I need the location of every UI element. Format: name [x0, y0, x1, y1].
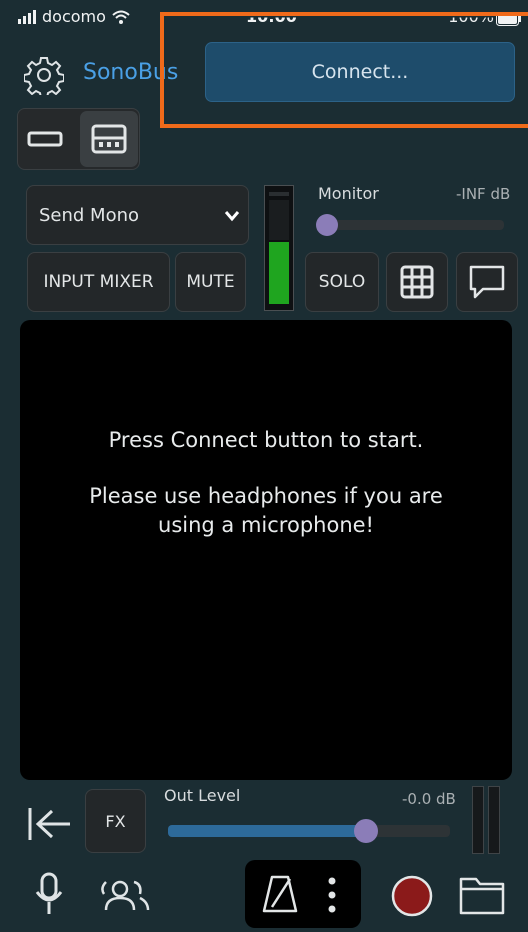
message-line-3: using a microphone!	[158, 513, 374, 537]
monitor-db: -INF dB	[456, 185, 511, 203]
chevron-down-icon	[224, 211, 240, 222]
gear-icon[interactable]	[24, 55, 64, 95]
more-vertical-icon[interactable]	[325, 874, 339, 916]
message-line-2: Please use headphones if you are	[89, 484, 443, 508]
meter-segment	[269, 192, 289, 196]
single-layout-icon	[27, 131, 63, 147]
back-to-start-icon[interactable]	[26, 806, 74, 842]
microphone-icon[interactable]	[34, 872, 64, 918]
message-panel: Press Connect button to start. Please us…	[20, 320, 512, 780]
send-mode-value: Send Mono	[39, 204, 140, 226]
chat-icon	[469, 265, 505, 299]
meter-segment	[269, 200, 289, 240]
signal-icon	[18, 9, 36, 24]
multi-layout-button[interactable]	[80, 111, 138, 167]
chat-button[interactable]	[456, 252, 518, 312]
output-meter-left	[472, 786, 484, 854]
metronome-icon[interactable]	[262, 873, 298, 915]
multi-layout-icon	[91, 124, 127, 154]
message-line-1: Press Connect button to start.	[108, 428, 424, 452]
mute-button[interactable]: MUTE	[175, 252, 246, 312]
fx-button[interactable]: FX	[85, 789, 146, 853]
out-level-fill	[168, 825, 366, 837]
highlight-box	[160, 12, 528, 128]
output-meter-right	[488, 786, 500, 854]
folder-icon[interactable]	[458, 874, 506, 916]
monitor-slider[interactable]	[318, 220, 504, 230]
out-level-thumb[interactable]	[354, 819, 378, 843]
single-layout-button[interactable]	[25, 122, 65, 156]
carrier-label: docomo	[42, 7, 106, 26]
monitor-label: Monitor	[318, 184, 379, 203]
people-icon[interactable]	[98, 878, 154, 914]
carrier: docomo	[18, 7, 130, 26]
input-mixer-button[interactable]: INPUT MIXER	[27, 252, 170, 312]
grid-button[interactable]	[386, 252, 448, 312]
out-level-db: -0.0 dB	[402, 790, 456, 808]
out-level-label: Out Level	[164, 786, 241, 805]
record-icon[interactable]	[390, 874, 434, 918]
monitor-slider-thumb[interactable]	[316, 214, 338, 236]
wifi-icon	[112, 10, 130, 24]
grid-icon	[400, 265, 434, 299]
input-level-meter	[264, 185, 294, 311]
meter-fill	[269, 242, 289, 304]
solo-button[interactable]: SOLO	[305, 252, 379, 312]
send-mode-select[interactable]: Send Mono	[26, 185, 249, 245]
